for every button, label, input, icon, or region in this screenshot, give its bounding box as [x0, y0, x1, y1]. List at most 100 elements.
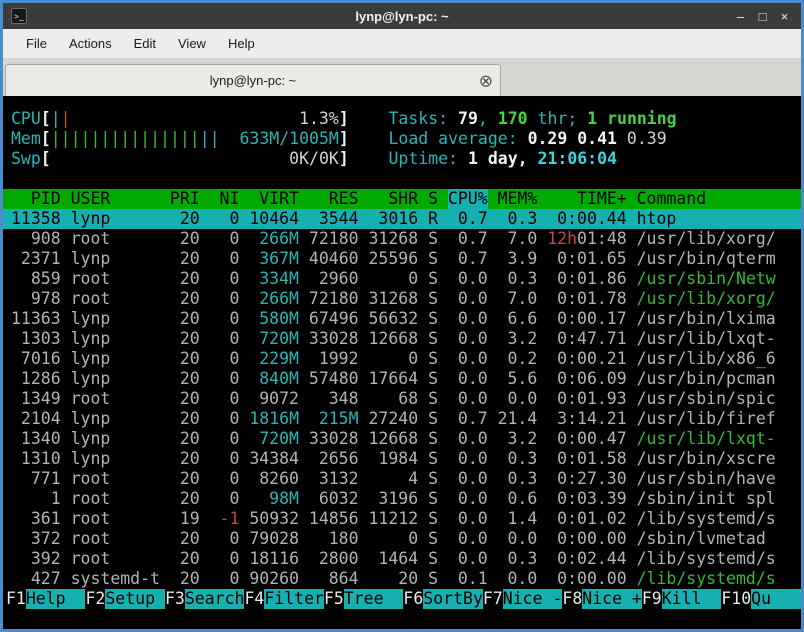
terminal-tab[interactable]: lynp@lyn-pc: ~⊗ — [5, 64, 501, 96]
fkey-action-label: Kill — [662, 589, 722, 609]
fkey-f4[interactable]: F4Filter — [244, 589, 323, 609]
load-average-5min: 0.41 — [577, 129, 627, 148]
fkey-f3[interactable]: F3Search — [165, 589, 244, 609]
process-row[interactable]: 1root20098M60323196S0.00.60:03.39/sbin/i… — [3, 489, 801, 509]
fkey-f1[interactable]: F1Help — [6, 589, 85, 609]
cell-user: root — [71, 389, 160, 409]
process-row[interactable]: 1303lynp200720M3302812668S0.03.20:47.71/… — [3, 329, 801, 349]
cell-virt: 18116 — [249, 549, 299, 569]
cell-ni: 0 — [210, 469, 240, 489]
process-row[interactable]: 1310lynp2003438426561984S0.00.30:01.58/u… — [3, 449, 801, 469]
cell-ni: 0 — [210, 269, 240, 289]
process-row[interactable]: 11363lynp200580M6749656632S0.06.60:00.17… — [3, 309, 801, 329]
process-rows: 11358lynp2001046435443016R0.70.30:00.44h… — [3, 209, 801, 589]
fkey-key-label: F9 — [642, 589, 662, 609]
process-row[interactable]: 11358lynp2001046435443016R0.70.30:00.44h… — [3, 209, 801, 229]
column-header-ni[interactable]: NI — [210, 189, 240, 209]
menu-view[interactable]: View — [167, 31, 217, 56]
fkey-f6[interactable]: F6SortBy — [403, 589, 482, 609]
column-header-mem[interactable]: MEM% — [498, 189, 538, 209]
column-header-res[interactable]: RES — [309, 189, 359, 209]
fkey-f10[interactable]: F10Qu — [721, 589, 801, 609]
menu-file[interactable]: File — [15, 31, 58, 56]
column-header-pri[interactable]: PRI — [170, 189, 200, 209]
process-row[interactable]: 1340lynp200720M3302812668S0.03.20:00.47/… — [3, 429, 801, 449]
process-row[interactable]: 427systemd-t2009026086420S0.10.00:00.00/… — [3, 569, 801, 589]
fkey-action-label: Qu — [751, 589, 801, 609]
menu-help[interactable]: Help — [217, 31, 266, 56]
titlebar[interactable]: >_ lynp@lyn-pc: ~ –□× — [3, 3, 801, 29]
column-header-command[interactable]: Command — [637, 189, 801, 209]
column-header-s[interactable]: S — [428, 189, 438, 209]
cell-res: 3544 — [309, 209, 359, 229]
fkey-f8[interactable]: F8Nice + — [562, 589, 641, 609]
time-hours: 12h — [547, 229, 577, 248]
tab-close-icon[interactable]: ⊗ — [479, 72, 493, 89]
column-header-shr[interactable]: SHR — [368, 189, 418, 209]
cell-cmd: /sbin/init spl — [637, 489, 801, 509]
cell-virt: 90260 — [249, 569, 299, 589]
cell-s: S — [428, 409, 438, 429]
process-row[interactable]: 978root200266M7218031268S0.07.00:01.78/u… — [3, 289, 801, 309]
process-row[interactable]: 908root200266M7218031268S0.77.012h01:48/… — [3, 229, 801, 249]
terminal-screen[interactable]: CPU[||1.3%] Mem[|||||||||||||||||633M/10… — [3, 96, 801, 629]
process-row[interactable]: 361root19-1509321485611212S0.01.40:01.02… — [3, 509, 801, 529]
cell-cpu: 0.0 — [448, 549, 488, 569]
cell-res: 40460 — [309, 249, 359, 269]
swap-meter-label: Swp — [11, 149, 41, 169]
menu-actions[interactable]: Actions — [58, 31, 123, 56]
cell-user: systemd-t — [71, 569, 160, 589]
fkey-f7[interactable]: F7Nice - — [483, 589, 562, 609]
cell-pid: 908 — [11, 229, 61, 249]
process-row[interactable]: 1349root200907234868S0.00.00:01.93/usr/s… — [3, 389, 801, 409]
cell-s: S — [428, 549, 438, 569]
menu-edit[interactable]: Edit — [123, 31, 167, 56]
cell-mem: 3.2 — [498, 429, 538, 449]
cell-cmd: /usr/lib/xorg/ — [637, 229, 801, 249]
cell-pri: 20 — [170, 349, 200, 369]
column-header-cpu[interactable]: CPU% — [448, 189, 488, 209]
process-row[interactable]: 771root200826031324S0.00.30:27.30/usr/sb… — [3, 469, 801, 489]
process-row[interactable]: 859root200334M29600S0.00.30:01.86/usr/sb… — [3, 269, 801, 289]
cell-pid: 392 — [11, 549, 61, 569]
column-header-time[interactable]: TIME+ — [547, 189, 626, 209]
close-button[interactable]: × — [775, 7, 794, 26]
fkey-key-label: F6 — [403, 589, 423, 609]
column-header-user[interactable]: USER — [71, 189, 160, 209]
cell-time: 0:00.47 — [547, 429, 626, 449]
process-row[interactable]: 7016lynp200229M19920S0.00.20:00.21/usr/l… — [3, 349, 801, 369]
cell-pri: 19 — [170, 509, 200, 529]
function-key-bar: F1Help F2Setup F3SearchF4FilterF5Tree F6… — [3, 589, 801, 609]
cell-time: 0:06.09 — [547, 369, 626, 389]
swap-meter-close-bracket: ] — [339, 149, 349, 169]
fkey-action-label: Help — [26, 589, 86, 609]
cell-user: root — [71, 469, 160, 489]
fkey-action-label: SortBy — [423, 589, 483, 609]
cell-virt: 840M — [249, 369, 299, 389]
fkey-f9[interactable]: F9Kill — [642, 589, 721, 609]
cell-pid: 372 — [11, 529, 61, 549]
process-row[interactable]: 1286lynp200840M5748017664S0.05.60:06.09/… — [3, 369, 801, 389]
process-row[interactable]: 372root200790281800S0.00.00:00.00/sbin/l… — [3, 529, 801, 549]
cell-s: S — [428, 309, 438, 329]
cell-cpu: 0.7 — [448, 209, 488, 229]
column-header-pid[interactable]: PID — [11, 189, 61, 209]
cpu-meter-bars: || — [51, 109, 71, 129]
maximize-button[interactable]: □ — [753, 7, 772, 26]
fkey-f5[interactable]: F5Tree — [324, 589, 403, 609]
process-row[interactable]: 392root2001811628001464S0.00.30:02.44/li… — [3, 549, 801, 569]
cell-virt: 266M — [249, 229, 299, 249]
fkey-f2[interactable]: F2Setup — [85, 589, 164, 609]
load-average-line: Load average: 0.29 0.41 0.39 — [388, 129, 676, 149]
cell-cpu: 0.0 — [448, 449, 488, 469]
process-row[interactable]: 2104lynp2001816M215M27240S0.721.43:14.21… — [3, 409, 801, 429]
process-row[interactable]: 2371lynp200367M4046025596S0.73.90:01.65/… — [3, 249, 801, 269]
cell-shr: 1464 — [368, 549, 418, 569]
cell-pri: 20 — [170, 269, 200, 289]
cell-virt: 367M — [249, 249, 299, 269]
cell-pid: 771 — [11, 469, 61, 489]
cell-pid: 1340 — [11, 429, 61, 449]
column-header-virt[interactable]: VIRT — [249, 189, 299, 209]
minimize-button[interactable]: – — [731, 7, 750, 26]
cell-time: 0:01.93 — [547, 389, 626, 409]
